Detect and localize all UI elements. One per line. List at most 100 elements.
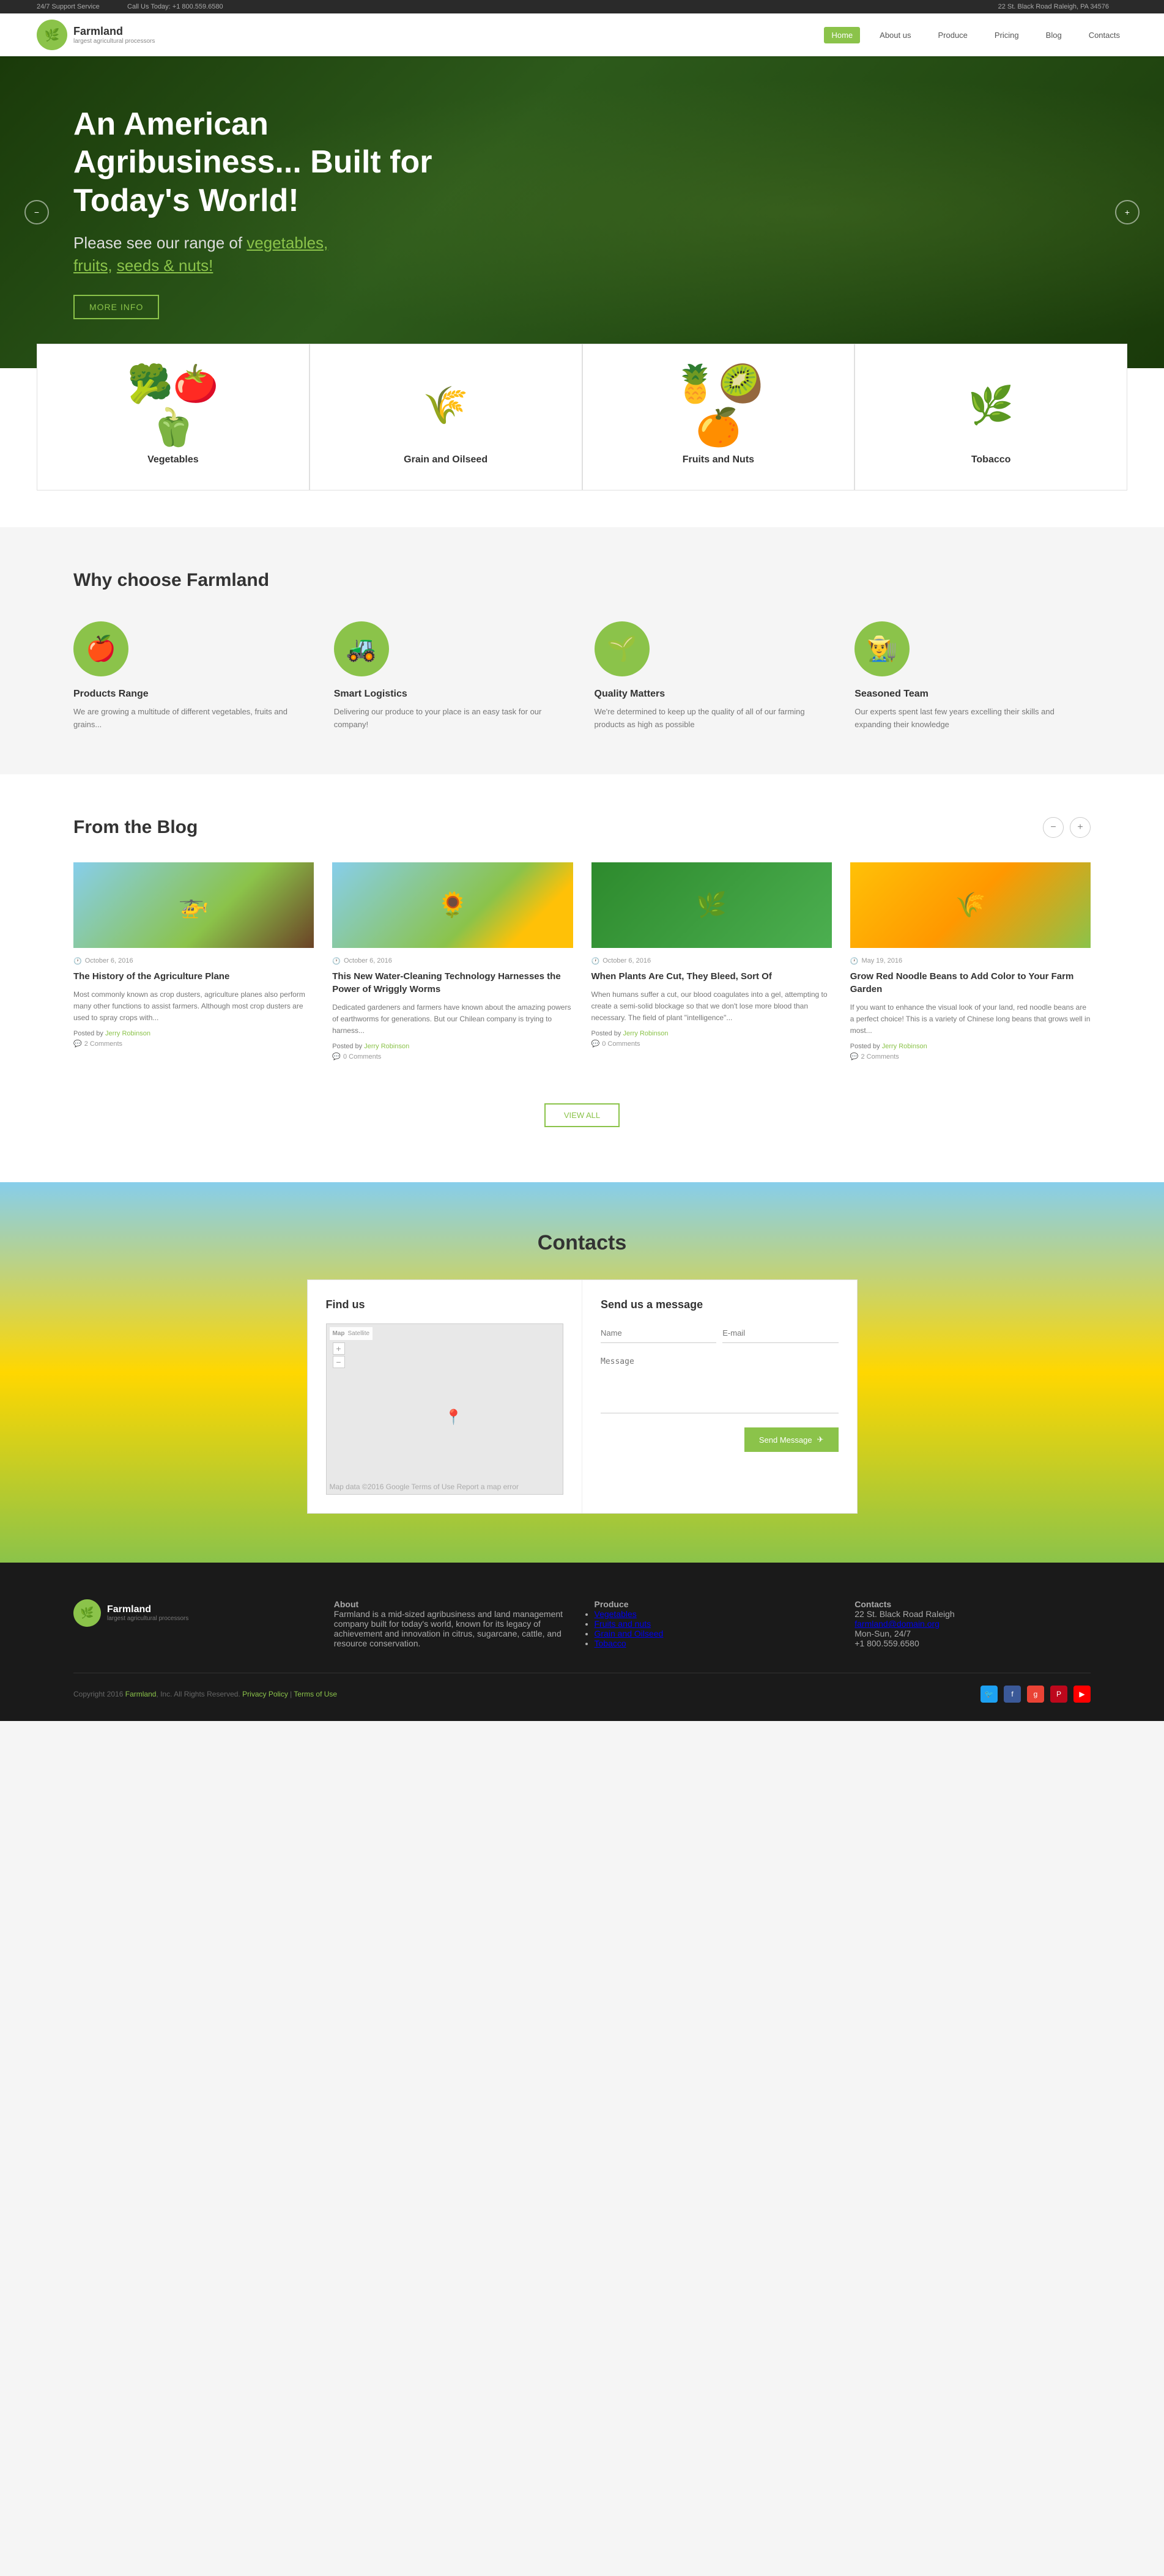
nav-home[interactable]: Home — [824, 27, 860, 43]
footer-brand-link[interactable]: Farmland — [125, 1690, 157, 1698]
why-icon-team: 👨‍🌾 — [854, 621, 910, 676]
why-icon-products: 🍎 — [73, 621, 128, 676]
product-name-fruits: Fruits and Nuts — [595, 454, 842, 465]
email-input[interactable] — [722, 1323, 838, 1343]
blog-date-1: 🕐 October 6, 2016 — [73, 957, 314, 965]
support-text: 24/7 Support Service — [37, 3, 100, 10]
map-tab-satellite[interactable]: Satellite — [348, 1330, 370, 1337]
blog-card-4[interactable]: 🌾 🕐 May 19, 2016 Grow Red Noodle Beans t… — [850, 862, 1091, 1061]
logo-icon: 🌿 — [37, 20, 67, 50]
blog-img-4: 🌾 — [850, 862, 1091, 948]
contacts-section: Contacts Find us Map Satellite + − 📍 Map… — [0, 1182, 1164, 1563]
nav-blog[interactable]: Blog — [1039, 27, 1069, 43]
nav-contacts[interactable]: Contacts — [1081, 27, 1127, 43]
blog-date-3: 🕐 October 6, 2016 — [591, 957, 832, 965]
blog-title-1: The History of the Agriculture Plane — [73, 970, 314, 983]
contacts-card: Find us Map Satellite + − 📍 Map data ©20… — [307, 1279, 858, 1514]
map-zoom-out[interactable]: − — [333, 1356, 345, 1368]
find-us-panel: Find us Map Satellite + − 📍 Map data ©20… — [308, 1280, 583, 1513]
why-title: Why choose Farmland — [73, 570, 1091, 591]
hero-next-btn[interactable]: + — [1115, 200, 1140, 224]
product-card-tobacco[interactable]: 🌿 Tobacco — [854, 344, 1127, 490]
footer-about-col: About Farmland is a mid-sized agribusine… — [334, 1599, 570, 1648]
comment-icon-4: 💬 — [850, 1053, 859, 1060]
why-title-quality: Quality Matters — [595, 689, 665, 700]
top-bar: 24/7 Support Service Call Us Today: +1 8… — [0, 0, 1164, 13]
blog-author-2[interactable]: Jerry Robinson — [364, 1043, 409, 1050]
product-img-fruits: 🍍🥝🍊 — [669, 369, 767, 442]
product-section: 🥦🍅🫑 Vegetables 🌾 Grain and Oilseed 🍍🥝🍊 F… — [0, 344, 1164, 527]
hero-link-seeds[interactable]: seeds & nuts! — [117, 256, 213, 275]
footer-produce-title: Produce — [595, 1599, 831, 1609]
footer-produce-vegetables[interactable]: Vegetables — [595, 1609, 637, 1619]
google-icon[interactable]: g — [1027, 1686, 1044, 1703]
call-text: Call Us Today: +1 800.559.6580 — [127, 3, 223, 10]
footer-produce-fruits[interactable]: Fruits and nuts — [595, 1619, 651, 1629]
footer-brand-tagline: largest agricultural processors — [107, 1615, 188, 1622]
hero-prev-btn[interactable]: − — [24, 200, 49, 224]
twitter-icon[interactable]: 🐦 — [981, 1686, 998, 1703]
footer-produce-grain[interactable]: Grain and Oilseed — [595, 1629, 664, 1638]
product-img-tobacco: 🌿 — [942, 369, 1040, 442]
hero-link-vegetables[interactable]: vegetables, — [247, 234, 328, 252]
blog-date-4: 🕐 May 19, 2016 — [850, 957, 1091, 965]
hero-subtext: Please see our range of vegetables,fruit… — [73, 232, 502, 276]
product-card-grain[interactable]: 🌾 Grain and Oilseed — [310, 344, 582, 490]
pinterest-icon[interactable]: P — [1050, 1686, 1067, 1703]
nav-about[interactable]: About us — [872, 27, 918, 43]
map-controls: + − — [333, 1342, 345, 1368]
footer-privacy-link[interactable]: Privacy Policy — [242, 1690, 288, 1698]
footer-about-title: About — [334, 1599, 570, 1609]
blog-prev-btn[interactable]: − — [1043, 817, 1064, 838]
why-desc-products: We are growing a multitude of different … — [73, 706, 310, 731]
footer-grid: 🌿 Farmland largest agricultural processo… — [73, 1599, 1091, 1648]
nav-pricing[interactable]: Pricing — [987, 27, 1026, 43]
navbar: 🌿 Farmland largest agricultural processo… — [0, 13, 1164, 56]
view-all-button[interactable]: View all — [544, 1103, 620, 1127]
blog-comments-4: 💬 2 Comments — [850, 1053, 1091, 1060]
product-card-vegetables[interactable]: 🥦🍅🫑 Vegetables — [37, 344, 310, 490]
why-item-quality: 🌱 Quality Matters We're determined to ke… — [595, 621, 831, 731]
footer-produce-list: Vegetables Fruits and nuts Grain and Oil… — [595, 1609, 831, 1648]
clock-icon-3: 🕐 — [591, 957, 600, 965]
hero-link-fruits[interactable]: fruits, — [73, 256, 113, 275]
send-message-button[interactable]: Send Message ✈ — [744, 1427, 839, 1452]
brand-name: Farmland — [73, 25, 155, 38]
facebook-icon[interactable]: f — [1004, 1686, 1021, 1703]
footer-produce-col: Produce Vegetables Fruits and nuts Grain… — [595, 1599, 831, 1648]
hero-content: An American Agribusiness... Built for To… — [73, 105, 502, 319]
name-input[interactable] — [601, 1323, 716, 1343]
blog-card-1[interactable]: 🚁 🕐 October 6, 2016 The History of the A… — [73, 862, 314, 1061]
blog-card-3[interactable]: 🌿 🕐 October 6, 2016 When Plants Are Cut,… — [591, 862, 832, 1061]
nav-produce[interactable]: Produce — [930, 27, 974, 43]
map-zoom-in[interactable]: + — [333, 1342, 345, 1355]
product-card-fruits[interactable]: 🍍🥝🍊 Fruits and Nuts — [582, 344, 855, 490]
clock-icon-1: 🕐 — [73, 957, 82, 965]
product-img-grain: 🌾 — [397, 369, 495, 442]
footer-address: 22 St. Black Road Raleigh — [854, 1609, 1091, 1619]
map-pin: 📍 — [445, 1408, 463, 1426]
why-icon-quality: 🌱 — [595, 621, 650, 676]
map-tab-map[interactable]: Map — [333, 1330, 345, 1337]
blog-author-1[interactable]: Jerry Robinson — [105, 1030, 150, 1037]
message-textarea[interactable] — [601, 1352, 839, 1413]
footer-email[interactable]: farmland@domain.org — [854, 1619, 940, 1629]
youtube-icon[interactable]: ▶ — [1073, 1686, 1091, 1703]
why-desc-logistics: Delivering our produce to your place is … — [334, 706, 570, 731]
footer-copyright: Copyright 2016 Farmland, Inc. All Rights… — [73, 1690, 337, 1698]
footer-produce-tobacco[interactable]: Tobacco — [595, 1638, 626, 1648]
footer-terms-link[interactable]: Terms of Use — [294, 1690, 337, 1698]
footer-contacts-title: Contacts — [854, 1599, 1091, 1609]
more-info-button[interactable]: More Info — [73, 295, 159, 319]
blog-author-4[interactable]: Jerry Robinson — [882, 1043, 927, 1050]
view-all-wrap: View all — [73, 1091, 1091, 1139]
footer-bottom: Copyright 2016 Farmland, Inc. All Rights… — [73, 1673, 1091, 1703]
footer-brand-name: Farmland — [107, 1604, 188, 1615]
why-desc-team: Our experts spent last few years excelli… — [854, 706, 1091, 731]
blog-img-1: 🚁 — [73, 862, 314, 948]
blog-card-2[interactable]: 🌻 🕐 October 6, 2016 This New Water-Clean… — [332, 862, 573, 1061]
find-us-title: Find us — [326, 1298, 564, 1311]
map-placeholder: Map Satellite + − 📍 Map data ©2016 Googl… — [326, 1323, 564, 1495]
blog-next-btn[interactable]: + — [1070, 817, 1091, 838]
blog-author-3[interactable]: Jerry Robinson — [623, 1030, 668, 1037]
